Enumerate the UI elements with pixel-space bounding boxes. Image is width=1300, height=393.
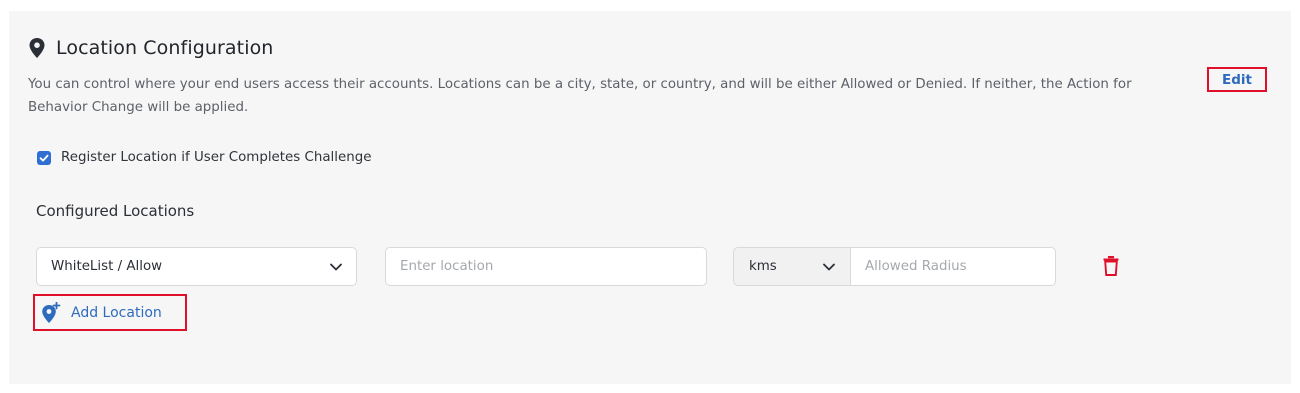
- add-location-label: Add Location: [71, 304, 162, 321]
- configured-locations-title: Configured Locations: [36, 202, 195, 220]
- add-location-icon: [42, 301, 61, 323]
- register-location-option[interactable]: Register Location if User Completes Chal…: [37, 150, 371, 165]
- map-pin-icon: [29, 38, 45, 58]
- trash-icon[interactable]: [1103, 256, 1119, 276]
- chevron-down-icon: [823, 263, 835, 270]
- location-input[interactable]: [385, 247, 707, 286]
- section-header: Location Configuration: [29, 37, 273, 59]
- distance-unit-value: kms: [749, 259, 777, 274]
- distance-unit-select[interactable]: kms: [733, 247, 851, 286]
- chevron-down-icon: [330, 263, 342, 270]
- edit-button[interactable]: Edit: [1207, 67, 1267, 92]
- section-description: You can control where your end users acc…: [28, 77, 1132, 115]
- register-location-label: Register Location if User Completes Chal…: [61, 150, 372, 165]
- page-title: Location Configuration: [56, 37, 274, 59]
- location-configuration-panel: [9, 11, 1291, 384]
- rule-type-value: WhiteList / Allow: [51, 259, 163, 274]
- add-location-button[interactable]: Add Location: [33, 294, 187, 331]
- check-icon: [39, 154, 49, 161]
- rule-type-select[interactable]: WhiteList / Allow: [36, 247, 357, 286]
- register-location-checkbox[interactable]: [37, 150, 51, 165]
- allowed-radius-input[interactable]: [850, 247, 1056, 286]
